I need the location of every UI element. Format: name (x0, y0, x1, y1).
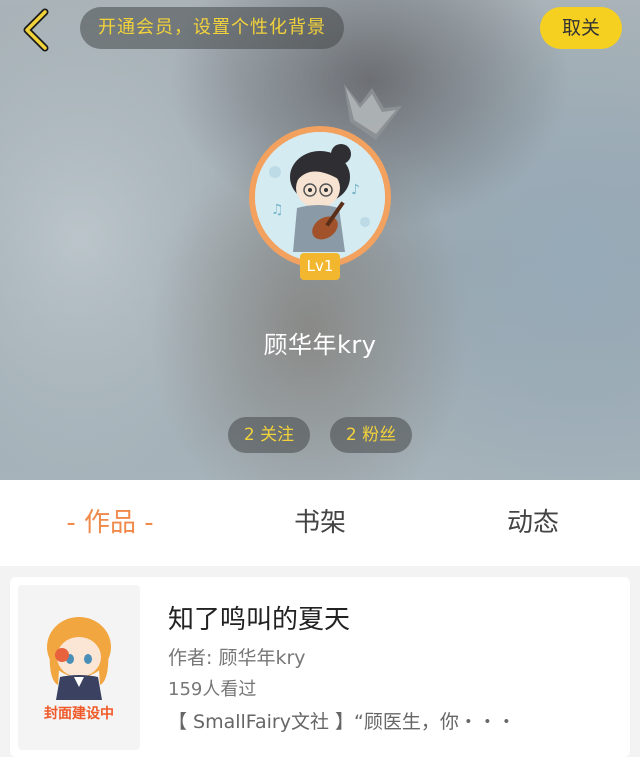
username: 顾华年kry (263, 331, 377, 359)
vip-background-banner[interactable]: 开通会员，设置个性化背景 (80, 7, 344, 49)
avatar[interactable]: ♪ ♫ (249, 126, 391, 268)
cover-label: 封面建设中 (44, 706, 114, 722)
book-cover: 封面建设中 (18, 585, 140, 750)
book-author: 作者: 顾华年kry (168, 647, 306, 669)
book-description: 【 SmallFairy文社 】“顾医生，你・・・ (168, 711, 516, 733)
fans-count[interactable]: 2 粉丝 (330, 417, 412, 453)
book-title[interactable]: 知了鸣叫的夏天 (168, 599, 350, 636)
chevron-left-icon (23, 8, 49, 52)
book-views: 159人看过 (168, 679, 257, 700)
profile-tabs: - 作品 - 书架 动态 (0, 480, 640, 566)
unfollow-button[interactable]: 取关 (540, 7, 622, 49)
svg-text:♫: ♫ (271, 202, 284, 218)
avatar-image: ♪ ♫ (255, 132, 385, 262)
cover-illustration (18, 585, 140, 750)
back-button[interactable] (16, 6, 56, 54)
profile-header: 开通会员，设置个性化背景 取关 ♪ ♫ Lv1 顾华年kry 2 关注 2 粉丝 (0, 0, 640, 480)
following-count[interactable]: 2 关注 (228, 417, 310, 453)
tab-works[interactable]: - 作品 - (40, 480, 180, 566)
svg-text:♪: ♪ (351, 182, 360, 198)
tab-activity[interactable]: 动态 (463, 480, 603, 566)
tab-bookshelf[interactable]: 书架 (250, 480, 390, 566)
book-card[interactable]: 封面建设中 知了鸣叫的夏天 作者: 顾华年kry 159人看过 【 SmallF… (10, 577, 630, 757)
level-badge: Lv1 (300, 253, 340, 280)
